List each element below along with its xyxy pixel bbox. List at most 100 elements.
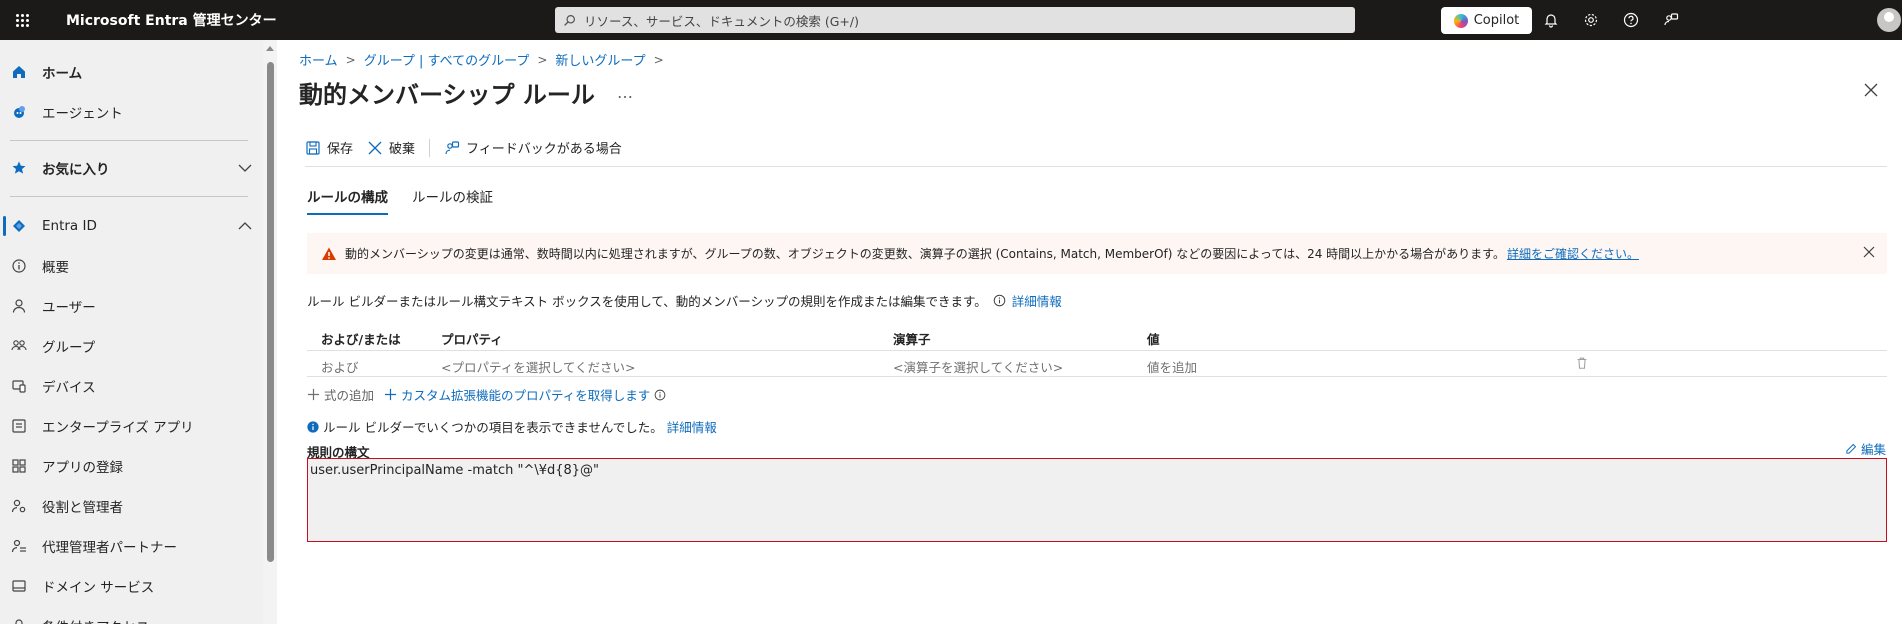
sidebar-item-label: ホーム [42, 66, 83, 82]
table-row: および <プロパティを選択してください> <演算子を選択してください> 値を追加 [307, 351, 1887, 377]
save-label: 保存 [327, 142, 354, 157]
description-text: ルール ビルダーまたはルール構文テキスト ボックスを使用して、動的メンバーシップ… [307, 294, 987, 309]
chevron-right-icon: > [537, 52, 548, 67]
sidebar-item-label: Entra ID [42, 218, 97, 234]
sidebar-item-label: 役割と管理者 [42, 500, 123, 516]
chevron-up-icon[interactable] [237, 218, 253, 238]
command-bar: 保存 破棄 フィードバックがある場合 [305, 138, 636, 157]
sidebar-item-home[interactable]: ホーム [0, 52, 263, 92]
warning-icon [321, 246, 337, 262]
sidebar-item-devices[interactable]: デバイス [0, 366, 263, 406]
sidebar-item-agents[interactable]: エージェント [0, 92, 263, 132]
discard-label: 破棄 [389, 142, 416, 157]
rule-syntax-textbox[interactable]: user.userPrincipalName -match "^\¥d{8}@" [307, 458, 1887, 542]
sidebar: ホーム エージェント お気に入り Entra ID 概要 ユーザー グループ デ… [0, 40, 263, 624]
top-bar: Microsoft Entra 管理センター リソース、サービス、ドキュメントの… [0, 0, 1902, 40]
divider [305, 166, 1887, 167]
sidebar-item-enterprise-apps[interactable]: エンタープライズ アプリ [0, 406, 263, 446]
feedback-button[interactable]: フィードバックがある場合 [444, 138, 622, 157]
help-icon[interactable] [1620, 9, 1642, 31]
settings-gear-icon[interactable] [1580, 9, 1602, 31]
app-launcher-icon[interactable] [0, 0, 44, 40]
info-icon[interactable] [993, 294, 1006, 307]
sidebar-item-domain-services[interactable]: ドメイン サービス [0, 566, 263, 606]
notifications-bell-icon[interactable] [1540, 9, 1562, 31]
conditional-access-icon [10, 617, 28, 624]
sidebar-item-roles[interactable]: 役割と管理者 [0, 486, 263, 526]
warning-text: 動的メンバーシップの変更は通常、数時間以内に処理されますが、グループの数、オブジ… [345, 247, 1505, 261]
device-icon [10, 377, 28, 395]
feedback-icon [445, 140, 460, 154]
table-header-row: および/または プロパティ 演算子 値 [307, 323, 1887, 351]
column-header-property: プロパティ [441, 332, 503, 347]
description-learn-more-link[interactable]: 詳細情報 [1012, 291, 1062, 310]
column-header-value: 値 [1147, 332, 1160, 347]
tab-rule-configuration[interactable]: ルールの構成 [307, 186, 388, 215]
sidebar-item-users[interactable]: ユーザー [0, 286, 263, 326]
add-expression-button[interactable]: 式の追加 [307, 385, 374, 404]
scroll-up-arrow-icon[interactable] [266, 46, 274, 51]
info-circle-icon [10, 257, 28, 275]
feedback-label: フィードバックがある場合 [466, 142, 622, 157]
user-avatar[interactable] [1877, 8, 1901, 32]
close-icon[interactable] [1864, 83, 1878, 101]
star-icon [10, 159, 28, 177]
custom-extension-button[interactable]: カスタム拡張機能のプロパティを取得します [384, 385, 650, 404]
sidebar-item-entra-id[interactable]: Entra ID [0, 206, 263, 246]
breadcrumb-groups[interactable]: グループ | すべてのグループ [364, 50, 530, 69]
dismiss-warning-icon[interactable] [1863, 246, 1875, 261]
tab-rule-validation[interactable]: ルールの検証 [412, 186, 493, 215]
sidebar-item-favorites[interactable]: お気に入り [0, 148, 263, 188]
warning-learn-more-link[interactable]: 詳細をご確認ください。 [1507, 245, 1639, 262]
sidebar-item-groups[interactable]: グループ [0, 326, 263, 366]
info-message-text: ルール ビルダーでいくつかの項目を表示できませんでした。 [323, 420, 663, 435]
app-registrations-icon [10, 457, 28, 475]
plus-icon [307, 388, 320, 401]
sidebar-item-overview[interactable]: 概要 [0, 246, 263, 286]
info-learn-more-link[interactable]: 詳細情報 [667, 417, 717, 436]
entra-id-icon [10, 217, 28, 235]
copilot-icon [1453, 13, 1468, 28]
feedback-icon[interactable] [1660, 9, 1682, 31]
divider [429, 138, 431, 157]
more-options-icon[interactable]: … [617, 83, 634, 102]
home-icon [10, 63, 28, 81]
property-select[interactable]: <プロパティを選択してください> [441, 357, 635, 376]
breadcrumb-new-group[interactable]: 新しいグループ [555, 50, 645, 69]
sidebar-item-partners[interactable]: 代理管理者パートナー [0, 526, 263, 566]
and-or-select[interactable]: および [321, 357, 359, 376]
domain-services-icon [10, 577, 28, 595]
chevron-right-icon: > [653, 52, 664, 67]
sidebar-item-app-registrations[interactable]: アプリの登録 [0, 446, 263, 486]
chevron-down-icon[interactable] [237, 160, 253, 180]
sidebar-scrollbar[interactable] [263, 40, 277, 624]
save-button[interactable]: 保存 [305, 138, 353, 157]
roles-icon [10, 497, 28, 515]
search-input[interactable]: リソース、サービス、ドキュメントの検索 (G+/) [555, 7, 1355, 33]
sidebar-item-conditional-access[interactable]: 条件付きアクセス [0, 606, 263, 624]
sidebar-item-label: 概要 [42, 260, 69, 276]
partner-icon [10, 537, 28, 555]
main-content: ホーム > グループ | すべてのグループ > 新しいグループ > 動的メンバー… [277, 40, 1902, 624]
value-input[interactable]: 値を追加 [1147, 357, 1197, 376]
info-icon[interactable] [654, 389, 666, 401]
group-icon [10, 337, 28, 355]
add-expression-label: 式の追加 [324, 388, 375, 403]
brand-title[interactable]: Microsoft Entra 管理センター [66, 10, 277, 30]
edit-button[interactable]: 編集 [1845, 439, 1886, 458]
breadcrumb-home[interactable]: ホーム [299, 50, 338, 69]
user-icon [10, 297, 28, 315]
operator-select[interactable]: <演算子を選択してください> [893, 357, 1063, 376]
plus-icon [384, 388, 397, 401]
discard-button[interactable]: 破棄 [367, 138, 415, 157]
sidebar-item-label: アプリの登録 [42, 460, 123, 476]
copilot-button[interactable]: Copilot [1441, 7, 1532, 34]
chevron-right-icon: > [345, 52, 356, 67]
agent-icon [10, 103, 28, 121]
sidebar-item-label: エンタープライズ アプリ [42, 420, 194, 436]
tab-list: ルールの構成 ルールの検証 [307, 186, 493, 215]
close-icon [368, 141, 382, 154]
delete-icon[interactable] [1575, 356, 1589, 373]
rule-builder-table: および/または プロパティ 演算子 値 および <プロパティを選択してください>… [307, 323, 1887, 377]
scrollbar-thumb[interactable] [267, 62, 274, 562]
